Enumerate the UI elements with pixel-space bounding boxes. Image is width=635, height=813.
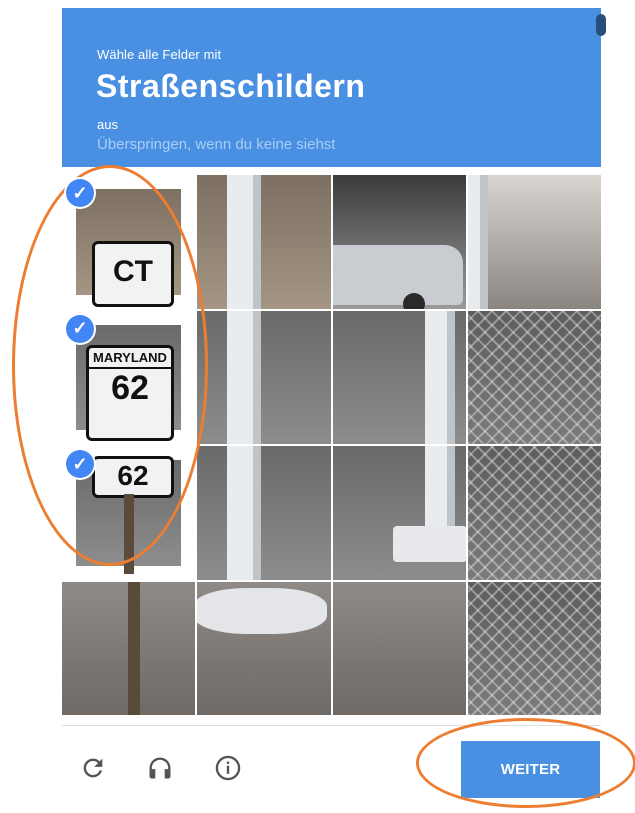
instruction-keyword: Straßenschildern bbox=[96, 68, 366, 104]
skip-hint: Überspringen, wenn du keine siehst bbox=[97, 136, 336, 153]
image-grid: CT ✓ MARYLAND 62 ✓ 62 ✓ bbox=[62, 175, 601, 715]
recaptcha-widget: Wähle alle Felder mit Straßenschildern a… bbox=[62, 8, 606, 798]
instruction-line: Wähle alle Felder mit bbox=[97, 47, 222, 62]
footer-divider bbox=[62, 725, 601, 726]
header-corner-marker bbox=[596, 14, 606, 36]
street-sign-top: CT bbox=[92, 241, 174, 307]
grid-tile-r2c3[interactable] bbox=[332, 310, 466, 444]
reload-icon[interactable] bbox=[78, 753, 108, 783]
maryland-route-sign: MARYLAND 62 bbox=[86, 344, 174, 441]
grid-tile-r3c4[interactable] bbox=[467, 446, 601, 580]
selected-check-icon: ✓ bbox=[66, 314, 94, 343]
grid-tile-r4c3[interactable] bbox=[332, 581, 466, 715]
grid-tile-r3c3[interactable] bbox=[332, 446, 466, 580]
grid-tile-r1c4[interactable] bbox=[467, 175, 601, 309]
headphones-icon[interactable] bbox=[145, 753, 175, 783]
grid-tile-r4c1[interactable] bbox=[62, 581, 196, 715]
grid-tile-r2c1[interactable]: MARYLAND 62 ✓ bbox=[62, 310, 196, 444]
challenge-header: Wähle alle Felder mit Straßenschildern a… bbox=[62, 8, 606, 167]
info-icon[interactable] bbox=[213, 753, 243, 783]
grid-tile-r1c2[interactable] bbox=[197, 175, 331, 309]
selected-check-icon: ✓ bbox=[66, 179, 94, 207]
submit-button[interactable]: WEITER bbox=[461, 741, 600, 798]
grid-tile-r2c4[interactable] bbox=[467, 310, 601, 444]
grid-tile-r1c1[interactable]: CT ✓ bbox=[62, 175, 196, 309]
grid-tile-r3c1[interactable]: 62 ✓ bbox=[62, 446, 196, 580]
grid-tile-r2c2[interactable] bbox=[197, 310, 331, 444]
sign-post bbox=[124, 494, 134, 574]
street-sign-bottom: 62 bbox=[92, 456, 174, 498]
grid-tile-r4c4[interactable] bbox=[467, 581, 601, 715]
selected-check-icon: ✓ bbox=[66, 450, 94, 478]
grid-tile-r3c2[interactable] bbox=[197, 446, 331, 580]
parked-car bbox=[332, 245, 463, 305]
grid-tile-r4c2[interactable] bbox=[197, 581, 331, 715]
instruction-suffix: aus bbox=[97, 117, 118, 132]
grid-tile-r1c3[interactable] bbox=[332, 175, 466, 309]
